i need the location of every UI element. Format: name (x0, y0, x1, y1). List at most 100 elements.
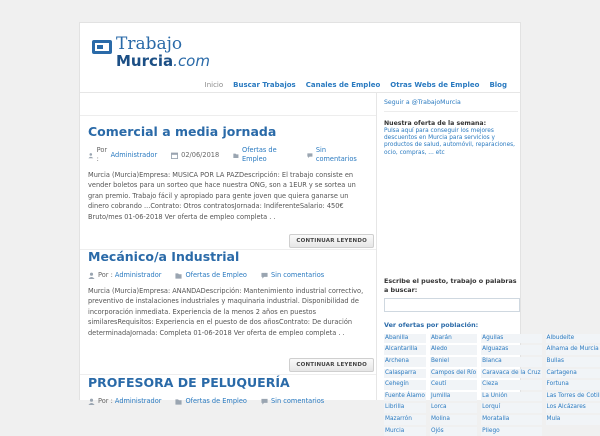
ad-space (384, 157, 518, 277)
author-link[interactable]: Administrador (111, 151, 158, 160)
meta-category: Ofertas de Empleo (175, 271, 247, 280)
comments-link[interactable]: Sin comentarios (316, 146, 360, 164)
site-logo[interactable]: Trabajo Murcia.com (92, 36, 210, 72)
meta-author: Por : Administrador (88, 397, 161, 406)
user-icon (88, 152, 94, 158)
town-tag[interactable]: Moratalla (481, 414, 542, 425)
town-tag[interactable]: Alhama de Murcia (545, 345, 600, 355)
town-tag[interactable]: Bullas (545, 357, 600, 367)
logo-line1: Trabajo (116, 34, 183, 54)
logo-icon (92, 40, 112, 54)
comment-icon (261, 272, 268, 279)
town-tag[interactable]: Alguazas (481, 345, 542, 355)
nav-canales-de-empleo[interactable]: Canales de Empleo (301, 80, 386, 90)
author-link[interactable]: Administrador (115, 397, 162, 406)
town-tag[interactable]: Aguilas (481, 333, 542, 344)
post-3: PROFESORA DE PELUQUERÍA Por : Administra… (88, 375, 374, 406)
town-tag[interactable]: Los Alcázares (545, 403, 600, 413)
author-link[interactable]: Administrador (115, 271, 162, 280)
comments-link[interactable]: Sin comentarios (271, 397, 324, 406)
post-meta: Por : Administrador Ofertas de Empleo Si… (88, 271, 374, 280)
sidebar: Seguir a @TrabajoMurcia Nuestra oferta d… (384, 93, 600, 436)
post-excerpt: Murcia (Murcia)Empresa: ANANDADescripció… (88, 287, 364, 337)
town-tag[interactable]: Beniel (429, 357, 478, 367)
town-tag[interactable]: Caravaca de la Cruz (481, 368, 542, 379)
folder-icon (175, 273, 183, 279)
town-tag[interactable]: Molina (429, 414, 478, 425)
town-tag-cloud: Abanilla Abarán Aguilas Albudeite Alcantaril… (384, 333, 600, 436)
town-tag[interactable]: Ceutí (429, 380, 478, 390)
follow-twitter-link[interactable]: Seguir a @TrabajoMurcia (384, 99, 518, 106)
town-tag[interactable]: Albudeite (545, 333, 600, 344)
meta-category: Ofertas de Empleo (175, 397, 247, 406)
meta-date: 02/06/2018 (171, 151, 219, 160)
town-tag[interactable]: Ojós (429, 426, 478, 436)
main-nav: Inicio Buscar Trabajos Canales de Empleo… (200, 80, 512, 90)
town-tag[interactable]: Archena (384, 357, 426, 367)
offer-link[interactable]: Pulsa aquí para conseguir los mejores de… (384, 128, 518, 157)
post-title[interactable]: Mecánico/a Industrial (88, 249, 374, 264)
town-tag[interactable]: Lorca (429, 403, 478, 413)
meta-author: Por : Administrador (88, 271, 161, 280)
town-tag[interactable]: Murcia (384, 426, 426, 436)
meta-author: Por : Administrador (88, 146, 157, 164)
logo-text: Trabajo Murcia.com (116, 36, 210, 70)
town-tag[interactable]: Aledo (429, 345, 478, 355)
logo-line2-name: Murcia (116, 52, 174, 70)
category-link[interactable]: Ofertas de Empleo (185, 271, 246, 280)
town-tag[interactable]: Librilla (384, 403, 426, 413)
town-tag[interactable]: Cehegín (384, 380, 426, 390)
logo-line2-suffix: .com (173, 52, 210, 70)
town-tag[interactable]: Campos del Río (429, 368, 478, 379)
post-excerpt: Murcia (Murcia)Empresa: MUSICA POR LA PA… (88, 171, 356, 221)
town-tag[interactable]: Mula (545, 414, 600, 425)
meta-por-label: Por : (98, 271, 113, 279)
town-tag[interactable]: Calasparra (384, 368, 426, 379)
main-content: Comercial a media jornada Por : Administ… (80, 93, 377, 405)
folder-icon (175, 399, 183, 405)
meta-por-label: Por : (96, 146, 108, 163)
post-2: Mecánico/a Industrial Por : Administrado… (88, 249, 374, 372)
town-tag[interactable]: Mazarrón (384, 414, 426, 425)
nav-otras-webs-de-empleo[interactable]: Otras Webs de Empleo (385, 80, 484, 90)
town-tag[interactable]: Cartagena (545, 368, 600, 379)
post-meta: Por : Administrador 02/06/2018 Ofertas d… (88, 146, 374, 164)
nav-blog[interactable]: Blog (484, 80, 512, 90)
town-tag[interactable]: Abarán (429, 333, 478, 344)
post-title[interactable]: PROFESORA DE PELUQUERÍA (88, 375, 374, 390)
meta-comments: Sin comentarios (261, 271, 324, 280)
offer-heading: Nuestra oferta de la semana: (384, 120, 487, 127)
main-top-bar (80, 93, 376, 116)
continue-reading-button[interactable]: CONTINUAR LEYENDO (289, 234, 374, 248)
comment-icon (261, 398, 268, 405)
category-link[interactable]: Ofertas de Empleo (242, 146, 293, 164)
town-tag[interactable]: Fortuna (545, 380, 600, 390)
town-tag[interactable]: Alcantarilla (384, 345, 426, 355)
search-heading: Escribe el puesto, trabajo o palabras a … (384, 276, 517, 294)
user-icon (88, 398, 95, 405)
meta-comments: Sin comentarios (307, 146, 360, 164)
search-input[interactable] (384, 298, 520, 313)
nav-buscar-trabajos[interactable]: Buscar Trabajos (228, 80, 301, 90)
town-tag[interactable]: Pliego (481, 426, 542, 436)
meta-comments: Sin comentarios (261, 397, 324, 406)
meta-category: Ofertas de Empleo (233, 146, 293, 164)
post-1: Comercial a media jornada Por : Administ… (88, 124, 374, 248)
post-date: 02/06/2018 (181, 150, 220, 159)
page-container: Trabajo Murcia.com Inicio Buscar Trabajo… (79, 22, 600, 436)
user-icon (88, 272, 95, 279)
category-link[interactable]: Ofertas de Empleo (185, 397, 246, 406)
nav-inicio[interactable]: Inicio (200, 80, 229, 90)
town-tag[interactable]: Blanca (481, 357, 542, 367)
continue-reading-button[interactable]: CONTINUAR LEYENDO (289, 358, 374, 372)
post-meta: Por : Administrador Ofertas de Empleo Si… (88, 397, 374, 406)
town-tag[interactable]: Abanilla (384, 333, 426, 344)
calendar-icon (171, 152, 179, 159)
logo-line2: Murcia.com (116, 53, 210, 70)
town-tag[interactable]: Lorquí (481, 403, 542, 413)
town-tag[interactable]: Cieza (481, 380, 542, 390)
comments-link[interactable]: Sin comentarios (271, 271, 324, 280)
post-title[interactable]: Comercial a media jornada (88, 124, 374, 139)
sidebar-divider (384, 111, 518, 112)
towns-heading: Ver ofertas por población: (384, 320, 479, 329)
